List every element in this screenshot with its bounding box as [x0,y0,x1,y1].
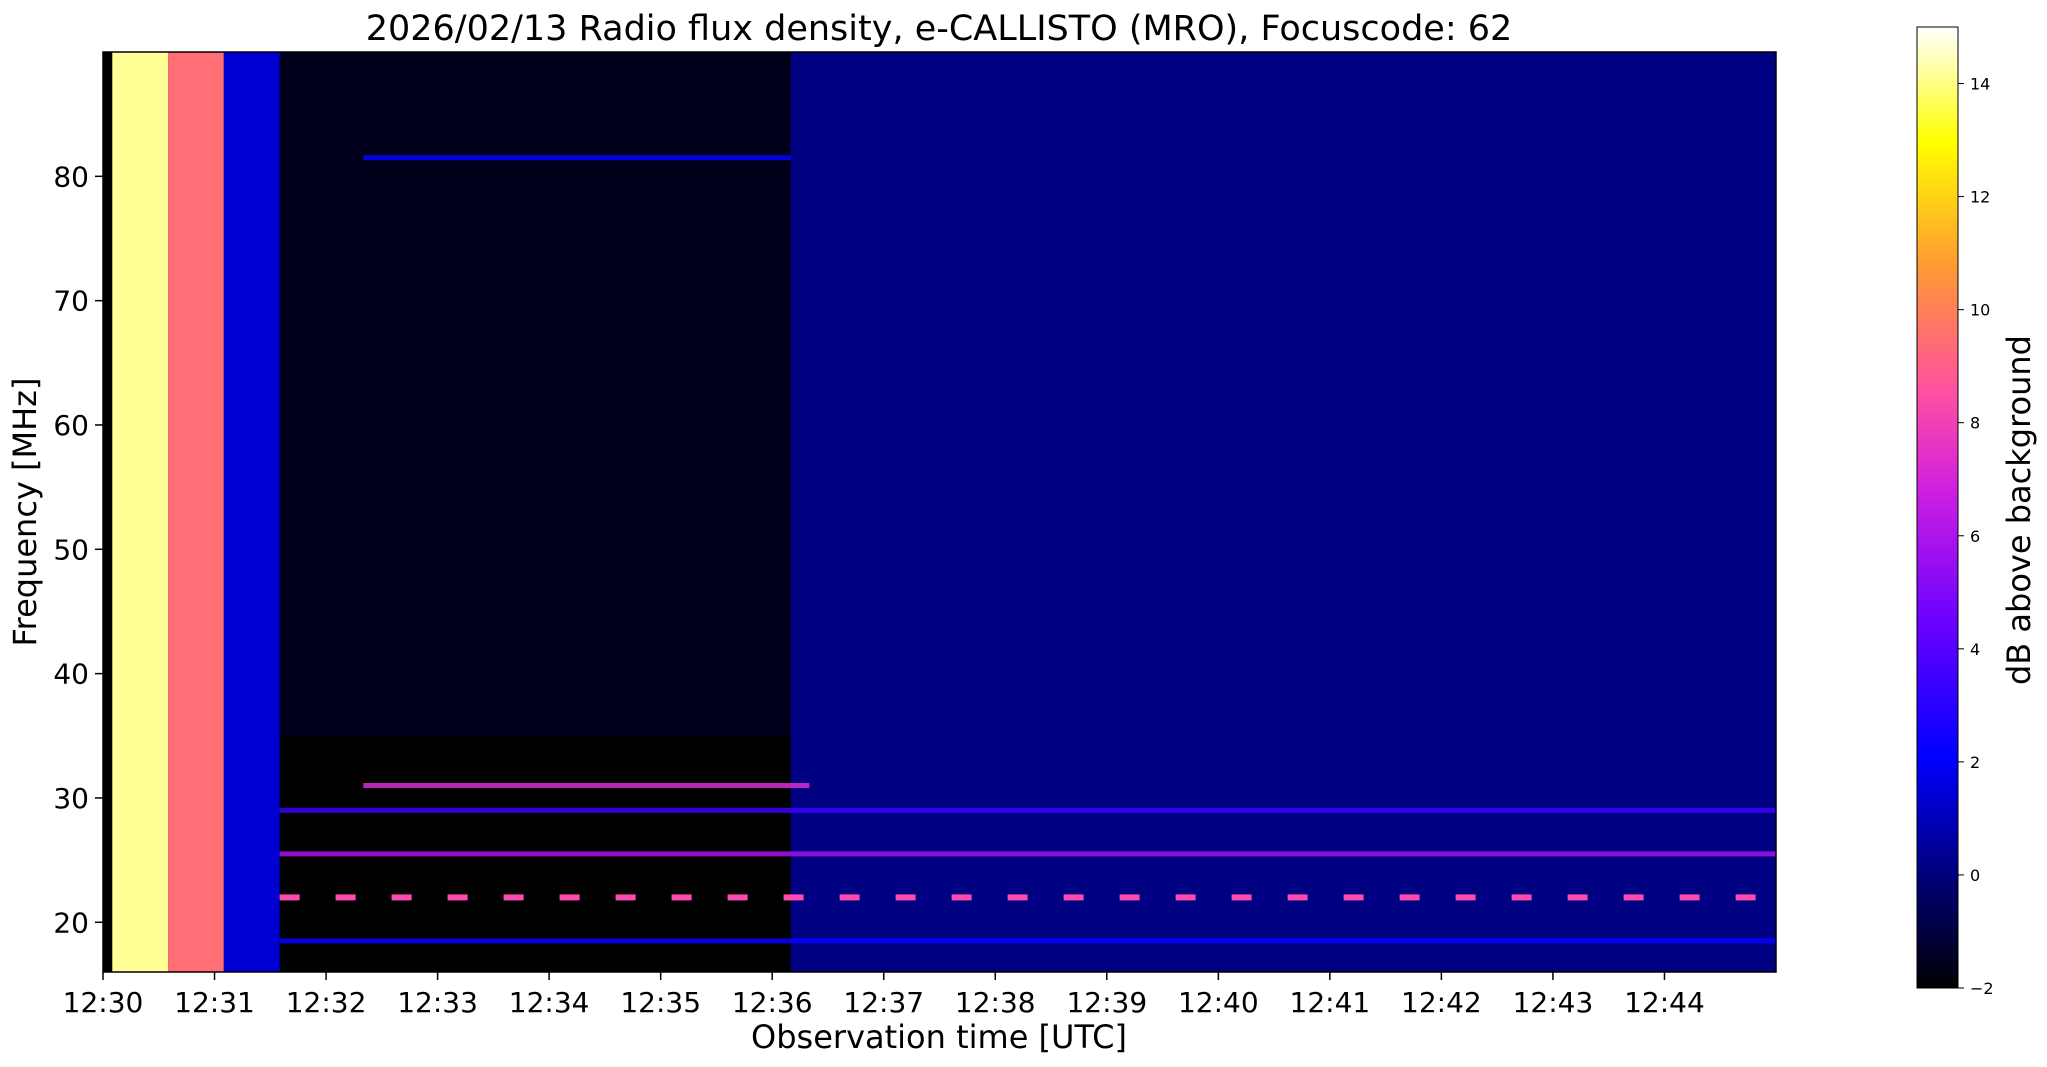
band-mark [1343,894,1364,901]
y-tick-label: 20 [53,906,89,939]
colorbar [1916,26,1959,989]
band-mark [615,894,636,901]
band-mark [1119,894,1140,901]
x-tick-label: 12:34 [509,986,590,1019]
region-4 [279,52,791,736]
band-mark [1231,894,1252,901]
y-tick-label: 60 [53,409,89,442]
colorbar-tick-label: 6 [1970,527,1980,546]
band-mark [447,894,468,901]
colorbar-tick-label: 14 [1970,75,1990,94]
colorbar-tick-label: 10 [1970,301,1990,320]
y-tick-label: 40 [53,658,89,691]
chart-title: 2026/02/13 Radio flux density, e-CALLIST… [366,9,1513,49]
colorbar-tick-label: 8 [1970,414,1980,433]
y-tick-label: 50 [53,533,89,566]
band-1 [279,851,1776,857]
x-tick-label: 12:37 [843,986,924,1019]
y-axis-label: Frequency [MHz] [6,378,44,647]
y-tick-label: 30 [53,782,89,815]
band-mark [279,894,300,901]
region-3 [223,52,280,972]
band-mark [1455,894,1476,901]
band-mark [671,894,692,901]
band-mark [1735,894,1756,901]
colorbar-label: dB above background [2000,335,2038,685]
x-axis-label: Observation time [UTC] [751,1018,1127,1056]
x-tick-label: 12:41 [1290,986,1371,1019]
band-mark [335,894,356,901]
band-mark [1399,894,1420,901]
x-tick-label: 12:40 [1178,986,1259,1019]
band-mark [1567,894,1588,901]
band-mark [391,894,412,901]
band-mark [727,894,748,901]
band-mark [1623,894,1644,901]
x-axis: 12:30 12:31 12:32 12:33 12:34 12:35 12:36 12:37… [63,972,1705,1019]
x-tick-label: 12:42 [1401,986,1482,1019]
band-mark [1511,894,1532,901]
region-1 [112,52,169,972]
x-tick-label: 12:43 [1513,986,1594,1019]
colorbar-axis: −2 0 2 4 6 8 10 12 14 [1958,75,1994,998]
band-mark [1679,894,1700,901]
x-tick-label: 12:38 [955,986,1036,1019]
y-tick-label: 70 [53,285,89,318]
y-axis: 20 30 40 50 60 70 80 [53,160,103,939]
x-tick-label: 12:32 [286,986,367,1019]
band-5 [363,155,791,161]
x-tick-label: 12:39 [1066,986,1147,1019]
x-tick-label: 12:44 [1624,986,1705,1019]
band-mark [839,894,860,901]
region-2 [168,52,224,972]
band-4 [279,938,1776,944]
band-mark [1063,894,1084,901]
region-5 [790,52,1776,972]
x-tick-label: 12:31 [174,986,255,1019]
band-mark [783,894,804,901]
x-tick-label: 12:36 [732,986,813,1019]
x-tick-label: 12:30 [63,986,144,1019]
band-mark [1175,894,1196,901]
band-mark [559,894,580,901]
band-3 [363,783,810,789]
band-2 [279,807,1776,813]
band-mark [503,894,524,901]
colorbar-tick-label: 4 [1970,640,1980,659]
colorbar-tick-label: −2 [1970,979,1994,998]
band-mark [1287,894,1308,901]
band-mark [895,894,916,901]
band-mark [951,894,972,901]
region-0 [103,52,113,972]
colorbar-tick-label: 2 [1970,753,1980,772]
x-tick-label: 12:33 [397,986,478,1019]
y-tick-label: 80 [53,160,89,193]
spectrogram-figure: 2026/02/13 Radio flux density, e-CALLIST… [6,9,2038,1056]
colorbar-tick-label: 12 [1970,188,1990,207]
colorbar-tick-label: 0 [1970,866,1980,885]
x-tick-label: 12:35 [620,986,701,1019]
band-mark [1007,894,1028,901]
